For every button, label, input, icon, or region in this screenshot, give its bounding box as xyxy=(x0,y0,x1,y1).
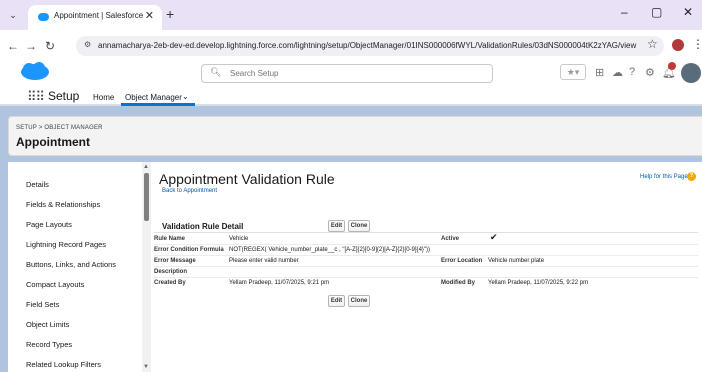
sidebar-item-object-limits[interactable]: Object Limits xyxy=(26,320,69,329)
restore-button[interactable]: ▢ xyxy=(651,5,662,19)
search-setup-input[interactable]: 🔍︎ Search Setup xyxy=(201,64,493,83)
formula-value: NOT(REGEX( Vehicle_number_plate__c , "[A… xyxy=(229,247,431,253)
clone-button-bottom[interactable]: Clone xyxy=(348,295,370,307)
nav-item-home[interactable]: Home xyxy=(93,93,114,102)
sidebar-item-field-sets[interactable]: Field Sets xyxy=(26,300,59,309)
tab-search-icon[interactable]: ⌄ xyxy=(6,8,20,22)
chevron-down-icon[interactable]: ⌄ xyxy=(182,92,189,101)
favorites-button[interactable]: ★▾ xyxy=(560,64,586,80)
scroll-down-icon[interactable]: ▼ xyxy=(143,364,149,370)
validation-rule-title: Appointment Validation Rule xyxy=(159,171,335,187)
minimize-button[interactable]: – xyxy=(621,5,628,19)
row-divider xyxy=(154,255,698,256)
nav-item-object-manager[interactable]: Object Manager xyxy=(125,93,182,102)
scrollbar-thumb[interactable] xyxy=(144,173,149,221)
error-message-label: Error Message xyxy=(154,258,196,264)
trailhead-icon[interactable]: ☁ xyxy=(612,66,623,79)
tab-close-icon[interactable]: ✕ xyxy=(145,9,154,22)
sidebar-item-lightning-pages[interactable]: Lightning Record Pages xyxy=(26,240,106,249)
global-actions-icon[interactable]: ⊞ xyxy=(595,66,604,79)
bookmark-star-icon[interactable]: ☆ xyxy=(647,37,658,51)
help-question-icon[interactable]: ? xyxy=(687,172,696,181)
back-arrow-icon[interactable]: ← xyxy=(7,39,19,53)
scroll-up-icon[interactable]: ▲ xyxy=(143,164,149,170)
app-name: Setup xyxy=(48,89,80,103)
reload-icon[interactable]: ↻ xyxy=(45,39,55,53)
formula-label: Error Condition Formula xyxy=(154,247,224,253)
browser-menu-icon[interactable]: ⋮ xyxy=(692,37,702,51)
sidebar-item-fields[interactable]: Fields & Relationships xyxy=(26,200,100,209)
user-avatar[interactable] xyxy=(681,63,701,83)
page-title: Appointment xyxy=(16,135,90,149)
rule-name-value: Vehicle xyxy=(229,236,249,242)
profile-icon[interactable] xyxy=(672,39,684,51)
error-message-value: Please enter valid number xyxy=(229,258,299,264)
search-placeholder: Search Setup xyxy=(230,69,279,78)
description-label: Description xyxy=(154,269,188,275)
created-by-value[interactable]: Yellam Pradeep, 11/07/2025, 9:21 pm xyxy=(229,280,329,286)
app-launcher-icon[interactable]: ⠿⠿ xyxy=(27,89,45,105)
detail-panel xyxy=(151,162,702,372)
salesforce-favicon-icon xyxy=(38,13,49,21)
active-checkmark: ✔ xyxy=(490,232,498,242)
browser-tab[interactable]: Appointment | Salesforce ✕ xyxy=(28,5,162,30)
url-field[interactable]: ⚙ annamacharya-2eb-dev-ed.develop.lightn… xyxy=(76,36,664,56)
sidebar-item-details[interactable]: Details xyxy=(26,180,49,189)
error-location-value: Vehicle number plate xyxy=(488,258,545,264)
breadcrumb[interactable]: SETUP > OBJECT MANAGER xyxy=(16,125,103,131)
section-divider xyxy=(154,232,698,233)
new-tab-button[interactable]: + xyxy=(166,6,174,22)
edit-button-top[interactable]: Edit xyxy=(328,220,345,232)
help-icon[interactable]: ? xyxy=(629,66,635,78)
modified-by-label: Modified By xyxy=(441,280,475,286)
sidebar-item-lookup-filters[interactable]: Related Lookup Filters xyxy=(26,360,101,369)
setup-gear-icon[interactable]: ⚙ xyxy=(645,66,655,79)
forward-arrow-icon[interactable]: → xyxy=(25,39,37,53)
modified-by-value[interactable]: Yellam Pradeep, 11/07/2025, 9:22 pm xyxy=(488,280,588,286)
sidebar-item-buttons[interactable]: Buttons, Links, and Actions xyxy=(26,260,116,269)
sidebar-item-record-types[interactable]: Record Types xyxy=(26,340,72,349)
search-icon: 🔍︎ xyxy=(210,67,222,77)
row-divider xyxy=(154,266,698,267)
clone-button-top[interactable]: Clone xyxy=(348,220,370,232)
edit-button-bottom[interactable]: Edit xyxy=(328,295,345,307)
error-location-label: Error Location xyxy=(441,258,483,264)
site-info-icon[interactable]: ⚙ xyxy=(84,40,91,49)
section-title: Validation Rule Detail xyxy=(162,222,244,231)
page-header xyxy=(8,116,702,156)
close-window-button[interactable]: ✕ xyxy=(683,5,693,19)
salesforce-logo-icon[interactable] xyxy=(20,61,50,81)
back-link[interactable]: Back to Appointment xyxy=(162,188,217,194)
row-divider xyxy=(154,277,698,278)
active-label: Active xyxy=(441,236,460,242)
notification-badge xyxy=(668,62,676,70)
created-by-label: Created By xyxy=(154,280,186,286)
rule-name-label: Rule Name xyxy=(154,236,186,242)
row-divider xyxy=(154,244,698,245)
help-link[interactable]: Help for this Page xyxy=(640,174,688,180)
sidebar-item-page-layouts[interactable]: Page Layouts xyxy=(26,220,72,229)
url-text: annamacharya-2eb-dev-ed.develop.lightnin… xyxy=(98,41,637,50)
tab-title: Appointment | Salesforce xyxy=(54,11,144,20)
sidebar-item-compact-layouts[interactable]: Compact Layouts xyxy=(26,280,84,289)
